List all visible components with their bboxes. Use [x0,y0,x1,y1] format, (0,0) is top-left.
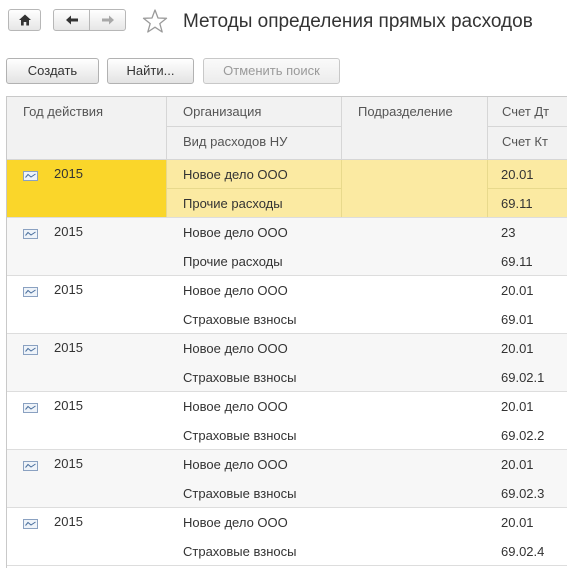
record-icon [23,403,38,413]
cell-divider [167,188,341,189]
cell-organization: Новое дело ООО [183,225,288,240]
header-divider [488,126,567,127]
cell-year: 2015 [54,514,83,529]
cell-credit: 69.02.3 [501,486,545,501]
page-title: Методы определения прямых расходов [183,11,533,32]
table-row[interactable]: 2015 Новое дело ООО Страховые взносы 20.01 6… [7,334,567,392]
cell-debit: 20.01 [501,457,534,472]
cell-organization: Новое дело ООО [183,457,288,472]
header-debit[interactable]: Счет Дт [488,97,567,126]
cell-debit: 20.01 [501,167,534,182]
cell-credit: 69.11 [501,196,533,211]
cell-debit: 20.01 [501,341,534,356]
record-icon [23,287,38,297]
table-row[interactable]: 2015 Новое дело ООО Прочие расходы 20.01 69.… [7,160,567,218]
cell-organization: Новое дело ООО [183,167,288,182]
cell-credit: 69.01 [501,312,534,327]
methods-table[interactable]: Год действия Организация Вид расходов НУ… [6,96,567,568]
cell-debit: 23 [501,225,516,240]
cell-expense-type: Прочие расходы [183,196,283,211]
cell-expense-type: Страховые взносы [183,486,297,501]
cancel-search-button: Отменить поиск [203,58,340,84]
record-icon [23,345,38,355]
cell-year: 2015 [54,224,83,239]
header-expense-type[interactable]: Вид расходов НУ [167,127,341,156]
forward-button[interactable] [89,9,126,31]
cell-credit: 69.02.4 [501,544,545,559]
arrow-right-icon [101,15,114,25]
table-header: Год действия Организация Вид расходов НУ… [7,97,567,160]
cell-divider [341,160,342,217]
cell-year: 2015 [54,282,83,297]
cell-divider [488,188,567,189]
header-divider [167,126,341,127]
record-icon [23,519,38,529]
record-icon [23,461,38,471]
star-icon[interactable] [142,8,168,34]
back-button[interactable] [53,9,90,31]
home-button[interactable] [8,9,41,31]
cell-credit: 69.02.2 [501,428,545,443]
cell-debit: 20.01 [501,515,534,530]
header-organization[interactable]: Организация [167,97,341,126]
cell-year: 2015 [54,456,83,471]
table-row[interactable]: 2015 Новое дело ООО Прочие расходы 23 69.11 [7,218,567,276]
selected-cell-highlight [7,160,166,217]
cell-expense-type: Страховые взносы [183,544,297,559]
create-button[interactable]: Создать [6,58,99,84]
header-credit[interactable]: Счет Кт [488,127,567,156]
cell-expense-type: Прочие расходы [183,254,283,269]
cell-year: 2015 [54,166,83,181]
table-row[interactable]: 2015 Новое дело ООО Страховые взносы 20.01 6… [7,450,567,508]
record-icon [23,171,38,181]
header-department[interactable]: Подразделение [342,97,487,126]
cell-credit: 69.02.1 [501,370,545,385]
table-row[interactable]: 2015 Новое дело ООО Страховые взносы 20.01 6… [7,276,567,334]
home-icon [18,14,31,26]
cell-organization: Новое дело ООО [183,399,288,414]
cell-credit: 69.11 [501,254,533,269]
cell-debit: 20.01 [501,399,534,414]
cell-organization: Новое дело ООО [183,515,288,530]
table-row[interactable]: 2015 Новое дело ООО Страховые взносы 20.01 6… [7,392,567,450]
cell-year: 2015 [54,398,83,413]
cell-expense-type: Страховые взносы [183,370,297,385]
cell-expense-type: Страховые взносы [183,312,297,327]
find-button[interactable]: Найти... [107,58,194,84]
cell-debit: 20.01 [501,283,534,298]
command-bar: Создать Найти... Отменить поиск [0,58,567,86]
cell-expense-type: Страховые взносы [183,428,297,443]
title-bar: Методы определения прямых расходов [0,0,567,44]
header-year[interactable]: Год действия [7,97,166,126]
cell-year: 2015 [54,340,83,355]
cell-organization: Новое дело ООО [183,341,288,356]
cell-organization: Новое дело ООО [183,283,288,298]
arrow-left-icon [65,15,78,25]
record-icon [23,229,38,239]
table-row[interactable]: 2015 Новое дело ООО Страховые взносы 20.01 6… [7,508,567,566]
